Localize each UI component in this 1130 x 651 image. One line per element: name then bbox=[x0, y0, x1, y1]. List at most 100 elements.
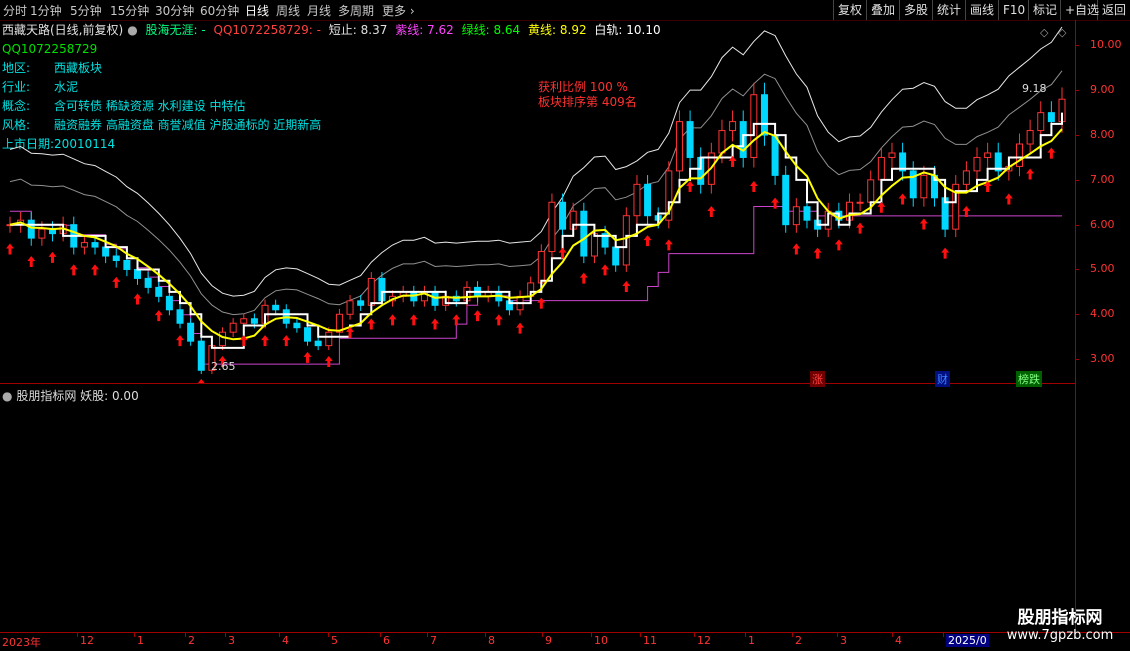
candle-body bbox=[729, 121, 737, 132]
y-tick-mark bbox=[1075, 359, 1079, 361]
tool-button-5[interactable]: F10 bbox=[998, 0, 1029, 20]
event-mark[interactable]: 财 bbox=[935, 371, 950, 387]
period-tab-3[interactable]: 15分钟 bbox=[110, 2, 149, 19]
buy-arrow-icon bbox=[813, 247, 822, 259]
date-axis[interactable]: 2023年 12 1 2 3 4 5 6 7 8 9 10 11 12 1 2 3 4 2025/0 bbox=[0, 632, 1130, 651]
buy-arrow-icon bbox=[877, 201, 886, 213]
candle-body bbox=[155, 286, 163, 297]
period-tab-7[interactable]: 周线 bbox=[276, 2, 300, 19]
period-tab-0[interactable]: 分时 bbox=[3, 2, 27, 19]
buy-arrow-icon bbox=[941, 247, 950, 259]
watermark-url: www.7gpzb.com bbox=[1006, 628, 1114, 643]
candle-body bbox=[325, 331, 333, 347]
candle-body bbox=[633, 183, 641, 217]
y-tick-mark bbox=[1075, 179, 1079, 181]
date-tick-mark bbox=[427, 633, 428, 637]
date-tick-mark bbox=[225, 633, 226, 637]
y-tick-label: 8.00 bbox=[1090, 128, 1115, 142]
sub-indicator-label: 股朋指标网 妖股: 0.00 bbox=[16, 389, 139, 403]
period-tab-4[interactable]: 30分钟 bbox=[155, 2, 194, 19]
buy-arrow-icon bbox=[643, 235, 652, 247]
period-tab-6[interactable]: 日线 bbox=[245, 2, 269, 19]
price-axis[interactable] bbox=[1075, 20, 1130, 632]
date-tick-label: 7 bbox=[430, 634, 437, 647]
buy-arrow-icon bbox=[919, 218, 928, 230]
candle-body bbox=[38, 228, 46, 239]
y-tick-mark bbox=[1075, 314, 1079, 316]
date-tick-mark bbox=[542, 633, 543, 637]
date-tick-label: 2025/0 bbox=[946, 634, 989, 647]
candle-body bbox=[187, 322, 195, 342]
candle-body bbox=[782, 174, 790, 226]
buy-arrow-icon bbox=[962, 205, 971, 217]
date-tick-mark bbox=[485, 633, 486, 637]
date-tick-label: 1 bbox=[748, 634, 755, 647]
candle-body bbox=[686, 121, 694, 158]
candle-body bbox=[973, 156, 981, 172]
tool-button-3[interactable]: 统计 bbox=[932, 0, 965, 20]
buy-arrow-icon bbox=[834, 239, 843, 251]
buy-arrow-icon bbox=[1004, 193, 1013, 205]
tool-button-7[interactable]: +自选 bbox=[1060, 0, 1103, 20]
tool-button-1[interactable]: 叠加 bbox=[866, 0, 899, 20]
candle-body bbox=[293, 322, 301, 329]
date-tick-label: 10 bbox=[594, 634, 608, 647]
buy-arrow-icon bbox=[91, 264, 100, 276]
candlestick-chart[interactable]: ◇ ◇ bbox=[0, 20, 1075, 383]
date-tick-label: 4 bbox=[282, 634, 289, 647]
y-tick-label: 4.00 bbox=[1090, 307, 1115, 321]
buy-arrow-icon bbox=[367, 318, 376, 330]
period-tab-10[interactable]: 更多 › bbox=[382, 2, 415, 19]
buy-arrow-icon bbox=[622, 280, 631, 292]
y-tick-mark bbox=[1075, 269, 1079, 271]
date-tick-mark bbox=[591, 633, 592, 637]
buy-arrow-icon bbox=[48, 251, 57, 263]
candle-body bbox=[176, 309, 184, 324]
date-tick-mark bbox=[380, 633, 381, 637]
candle-body bbox=[165, 295, 173, 311]
date-tick-mark bbox=[640, 633, 641, 637]
date-tick-mark bbox=[892, 633, 893, 637]
candle-body bbox=[1047, 112, 1055, 123]
candle-body bbox=[548, 201, 556, 253]
candle-body bbox=[867, 179, 875, 203]
high-price-label: 9.18 bbox=[1022, 82, 1047, 95]
candle-body bbox=[240, 318, 248, 324]
buy-arrow-icon bbox=[516, 322, 525, 334]
period-tab-5[interactable]: 60分钟 bbox=[200, 2, 239, 19]
date-tick-mark bbox=[279, 633, 280, 637]
candle-body bbox=[357, 300, 365, 306]
period-tab-8[interactable]: 月线 bbox=[307, 2, 331, 19]
candle-body bbox=[580, 210, 588, 257]
candle-body bbox=[304, 327, 312, 342]
event-mark[interactable]: 榜跌 bbox=[1016, 371, 1042, 387]
candle-body bbox=[644, 183, 652, 217]
date-tick-label: 12 bbox=[80, 634, 94, 647]
period-tab-2[interactable]: 5分钟 bbox=[70, 2, 102, 19]
period-tab-1[interactable]: 1分钟 bbox=[30, 2, 62, 19]
tool-button-4[interactable]: 画线 bbox=[965, 0, 998, 20]
y-tick-mark bbox=[1075, 135, 1079, 137]
y-tick-label: 7.00 bbox=[1090, 172, 1115, 186]
candle-body bbox=[590, 233, 598, 257]
tool-button-0[interactable]: 复权 bbox=[833, 0, 866, 20]
buy-arrow-icon bbox=[792, 243, 801, 255]
period-tab-9[interactable]: 多周期 bbox=[338, 2, 374, 19]
sub-indicator-title: ● 股朋指标网 妖股: 0.00 bbox=[2, 387, 139, 404]
buy-arrow-icon bbox=[409, 314, 418, 326]
buy-arrow-icon bbox=[1047, 147, 1056, 159]
buy-arrow-icon bbox=[856, 222, 865, 234]
date-tick-label: 11 bbox=[643, 634, 657, 647]
tool-button-2[interactable]: 多股 bbox=[899, 0, 932, 20]
buy-arrow-icon bbox=[133, 293, 142, 305]
candle-body bbox=[771, 134, 779, 176]
buy-arrow-icon bbox=[686, 180, 695, 192]
y-tick-mark bbox=[1075, 224, 1079, 226]
buy-arrow-icon bbox=[537, 297, 546, 309]
buy-arrow-icon bbox=[261, 335, 270, 347]
settings-circle-icon[interactable]: ● bbox=[2, 389, 12, 403]
tool-button-6[interactable]: 标记 bbox=[1028, 0, 1061, 20]
event-mark[interactable]: 涨 bbox=[810, 371, 825, 387]
buy-arrow-icon bbox=[112, 276, 121, 288]
y-tick-mark bbox=[1075, 45, 1079, 47]
